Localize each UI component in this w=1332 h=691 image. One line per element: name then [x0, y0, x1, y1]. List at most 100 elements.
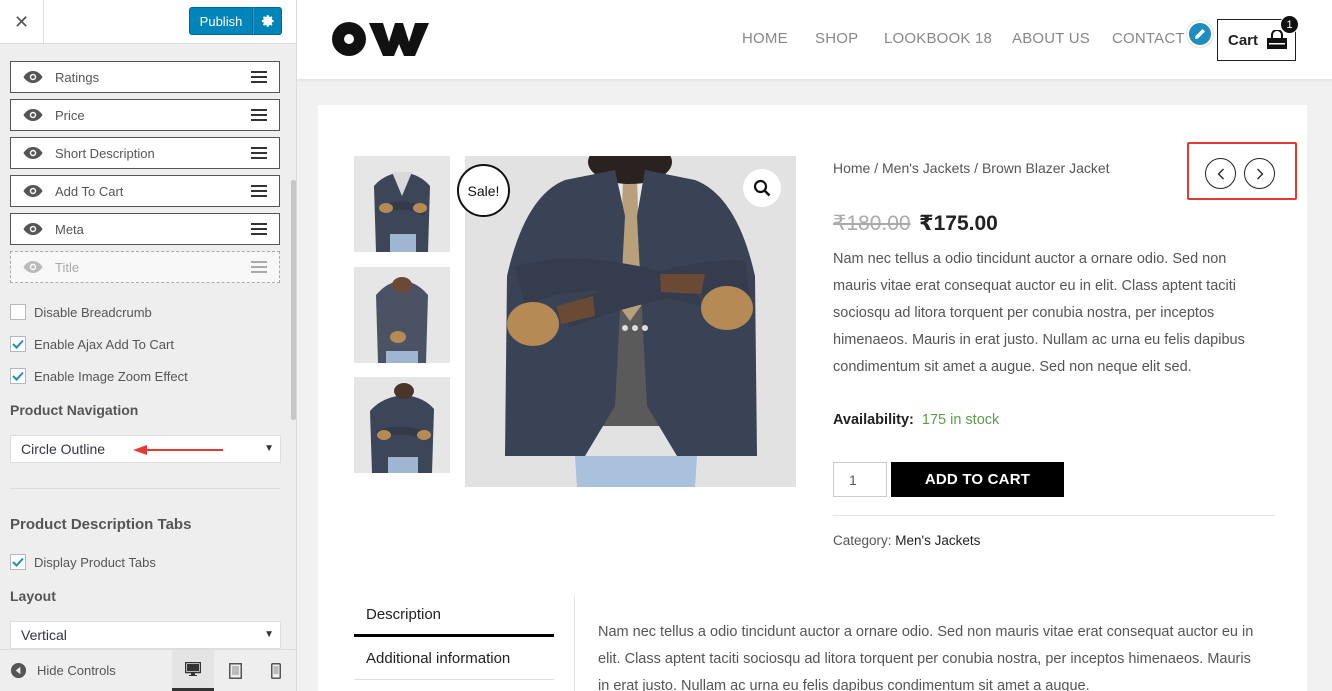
next-product-button[interactable] [1244, 158, 1275, 189]
checkbox[interactable] [10, 336, 26, 352]
meta-divider [833, 515, 1275, 516]
eye-icon [23, 223, 43, 235]
sidebar-scrollbar[interactable] [291, 180, 296, 420]
drag-handle-icon[interactable] [239, 109, 279, 121]
magnifier-icon [753, 179, 771, 197]
product-thumbnail[interactable] [354, 267, 450, 363]
add-to-cart-button[interactable]: ADD TO CART [891, 462, 1064, 497]
product-thumbnail-image [354, 377, 450, 473]
checkbox-display-product-tabs[interactable]: Display Product Tabs [10, 553, 156, 571]
checkbox-label: Display Product Tabs [34, 554, 156, 570]
desktop-icon [185, 662, 201, 676]
publish-button[interactable]: Publish [189, 7, 253, 35]
eye-icon [23, 109, 43, 121]
availability-value: 175 in stock [921, 412, 1000, 428]
quantity-input[interactable]: 1 [833, 462, 887, 497]
element-row-title[interactable]: Title [10, 251, 280, 283]
element-row-label: Price [55, 107, 85, 123]
drag-handle-icon[interactable] [239, 223, 279, 235]
element-row-label: Short Description [55, 145, 155, 161]
hide-controls-label: Hide Controls [37, 663, 116, 678]
eye-icon [23, 261, 43, 273]
product-short-description: Nam nec tellus a odio tincidunt auctor a… [833, 251, 1245, 375]
section-divider [10, 488, 280, 489]
desktop-preview-button[interactable] [172, 650, 214, 691]
eye-icon [23, 185, 43, 197]
checkbox-label: Enable Ajax Add To Cart [34, 336, 174, 352]
visibility-toggle[interactable] [11, 109, 55, 121]
customizer-sidebar: ✕ Publish Ratings Price Short Descriptio… [0, 0, 297, 691]
nav-about-us[interactable]: ABOUT US [1012, 30, 1090, 47]
element-row-meta[interactable]: Meta [10, 213, 280, 245]
visibility-toggle[interactable] [11, 223, 55, 235]
tab-description[interactable]: Description [354, 595, 554, 637]
select-value: Circle Outline [21, 441, 106, 457]
visibility-toggle[interactable] [11, 261, 55, 273]
site-preview: HOME SHOP LOOKBOOK 18 ABOUT US CONTACT U… [297, 0, 1332, 691]
element-row-label: Title [55, 259, 80, 275]
visibility-toggle[interactable] [11, 185, 55, 197]
availability-label: Availability: [833, 412, 914, 428]
drag-handle-icon[interactable] [239, 147, 279, 159]
tab-additional-information[interactable]: Additional information [354, 638, 554, 680]
product-navigation-heading: Product Navigation [10, 402, 139, 418]
layout-heading: Layout [10, 588, 56, 604]
publish-settings-button[interactable] [253, 7, 282, 35]
element-row-label: Add To Cart [55, 183, 124, 199]
mobile-preview-button[interactable] [255, 650, 296, 691]
checkbox-enable-image-zoom[interactable]: Enable Image Zoom Effect [10, 367, 188, 385]
sale-price: ₹175.00 [919, 212, 998, 235]
chevron-left-icon [1217, 168, 1224, 179]
edit-shortcut-button[interactable] [1187, 21, 1213, 47]
checkmark-icon [12, 371, 24, 381]
image-zoom-button[interactable] [743, 169, 781, 207]
product-thumbnail[interactable] [354, 377, 450, 473]
checkbox[interactable] [10, 304, 26, 320]
drag-handle-icon[interactable] [239, 71, 279, 83]
product-thumbnail[interactable] [354, 156, 450, 252]
nav-lookbook[interactable]: LOOKBOOK 18 [884, 30, 992, 47]
sale-badge: Sale! [457, 164, 510, 217]
element-row-price[interactable]: Price [10, 99, 280, 131]
chevron-right-icon [1256, 168, 1263, 179]
layout-select[interactable]: Vertical ▼ [10, 621, 281, 649]
nav-shop[interactable]: SHOP [815, 30, 858, 47]
checkbox-enable-ajax-add-to-cart[interactable]: Enable Ajax Add To Cart [10, 335, 174, 353]
product-description-tabs-heading: Product Description Tabs [10, 516, 192, 533]
product-main-image[interactable] [465, 156, 796, 487]
tabs-divider [574, 595, 575, 691]
product-navigation-highlight [1187, 142, 1297, 200]
breadcrumb[interactable]: Home / Men's Jackets / Brown Blazer Jack… [833, 160, 1110, 176]
site-logo[interactable] [331, 20, 429, 63]
close-customizer-button[interactable]: ✕ [0, 0, 44, 44]
product-navigation-select[interactable]: Circle Outline ▼ [10, 435, 281, 463]
mobile-icon [271, 663, 281, 679]
category-link[interactable]: Men's Jackets [895, 533, 980, 548]
visibility-toggle[interactable] [11, 71, 55, 83]
checkmark-icon [12, 557, 24, 567]
checkbox-label: Enable Image Zoom Effect [34, 368, 188, 384]
cart-count-badge: 1 [1280, 15, 1299, 34]
hide-controls-button[interactable]: Hide Controls [10, 662, 116, 679]
element-row-short-description[interactable]: Short Description [10, 137, 280, 169]
nav-home[interactable]: HOME [742, 30, 788, 47]
visibility-toggle[interactable] [11, 147, 55, 159]
checkbox[interactable] [10, 554, 26, 570]
previous-product-button[interactable] [1205, 158, 1236, 189]
eye-icon [23, 71, 43, 83]
product-content: Sale! Home / Men's Jackets / Brown Blaze… [318, 105, 1307, 691]
select-value: Vertical [21, 627, 67, 643]
element-row-label: Meta [55, 221, 84, 237]
element-row-add-to-cart[interactable]: Add To Cart [10, 175, 280, 207]
checkbox[interactable] [10, 368, 26, 384]
checkbox-disable-breadcrumb[interactable]: Disable Breadcrumb [10, 303, 152, 321]
element-row-label: Ratings [55, 69, 100, 85]
drag-handle-icon[interactable] [239, 185, 279, 197]
availability: Availability: 175 in stock [833, 412, 999, 428]
pencil-icon [1195, 29, 1205, 39]
cart-label: Cart [1228, 31, 1259, 49]
product-photo [465, 156, 796, 487]
tablet-preview-button[interactable] [214, 650, 256, 691]
drag-handle-icon[interactable] [239, 261, 279, 273]
element-row-ratings[interactable]: Ratings [10, 61, 280, 93]
